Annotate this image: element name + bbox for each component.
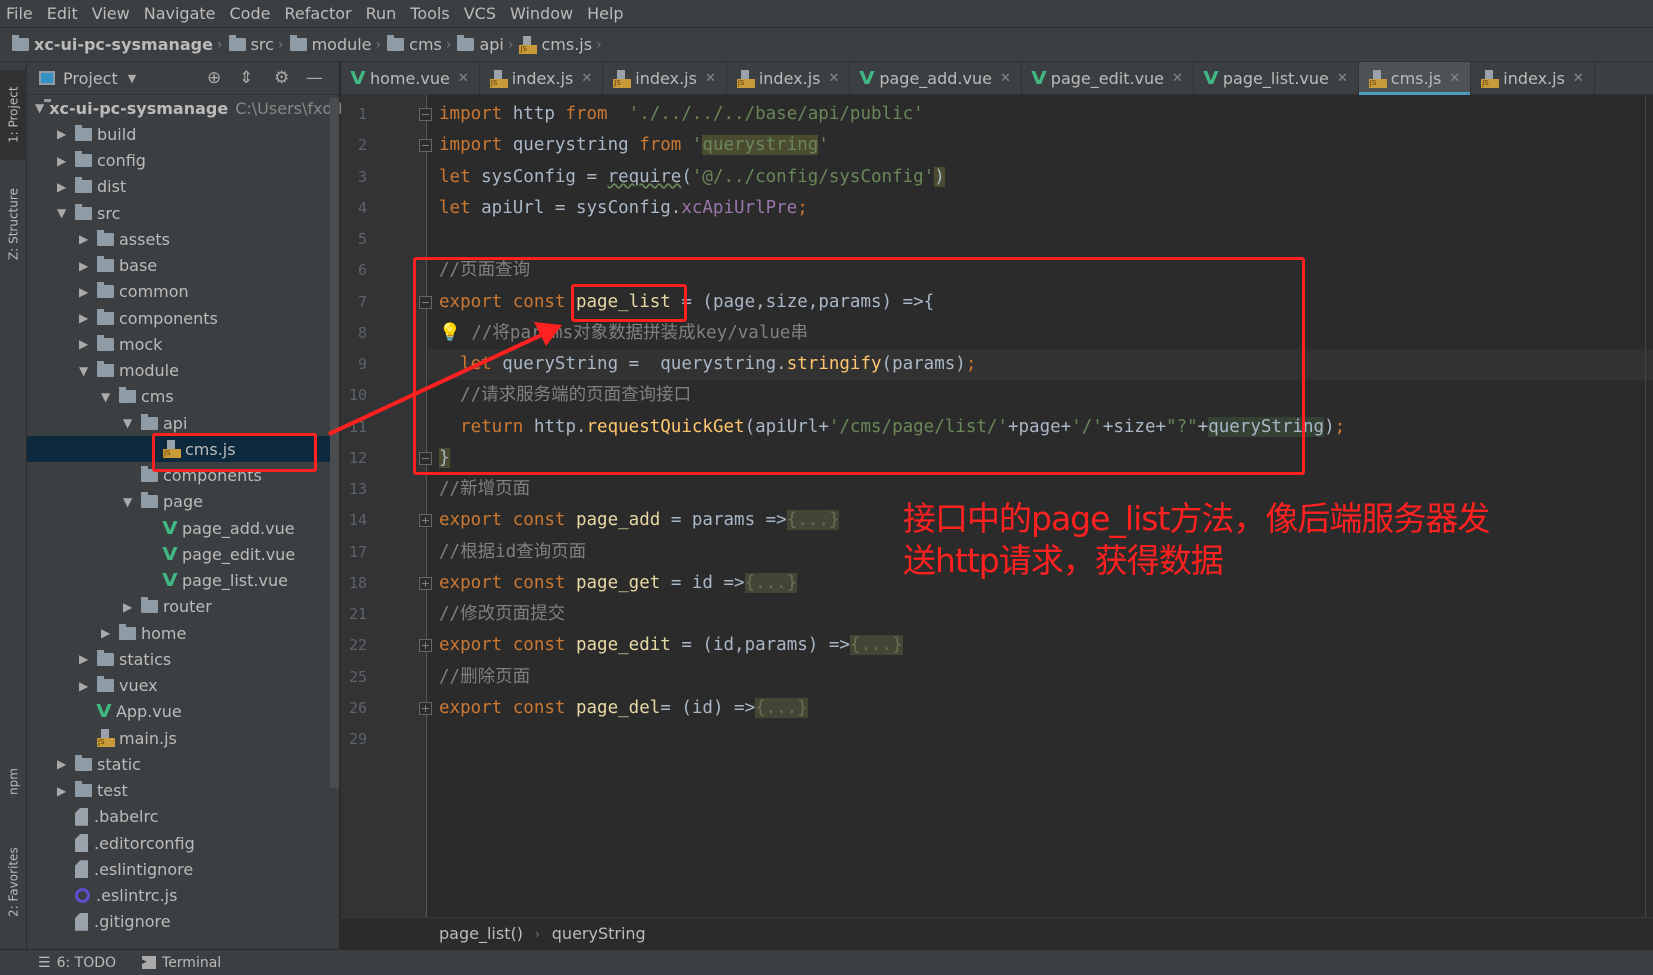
annotation-text: 接口中的page_list方法，像后端服务器发 送http请求，获得数据 [903,499,1490,580]
annotation-arrow [328,322,562,436]
